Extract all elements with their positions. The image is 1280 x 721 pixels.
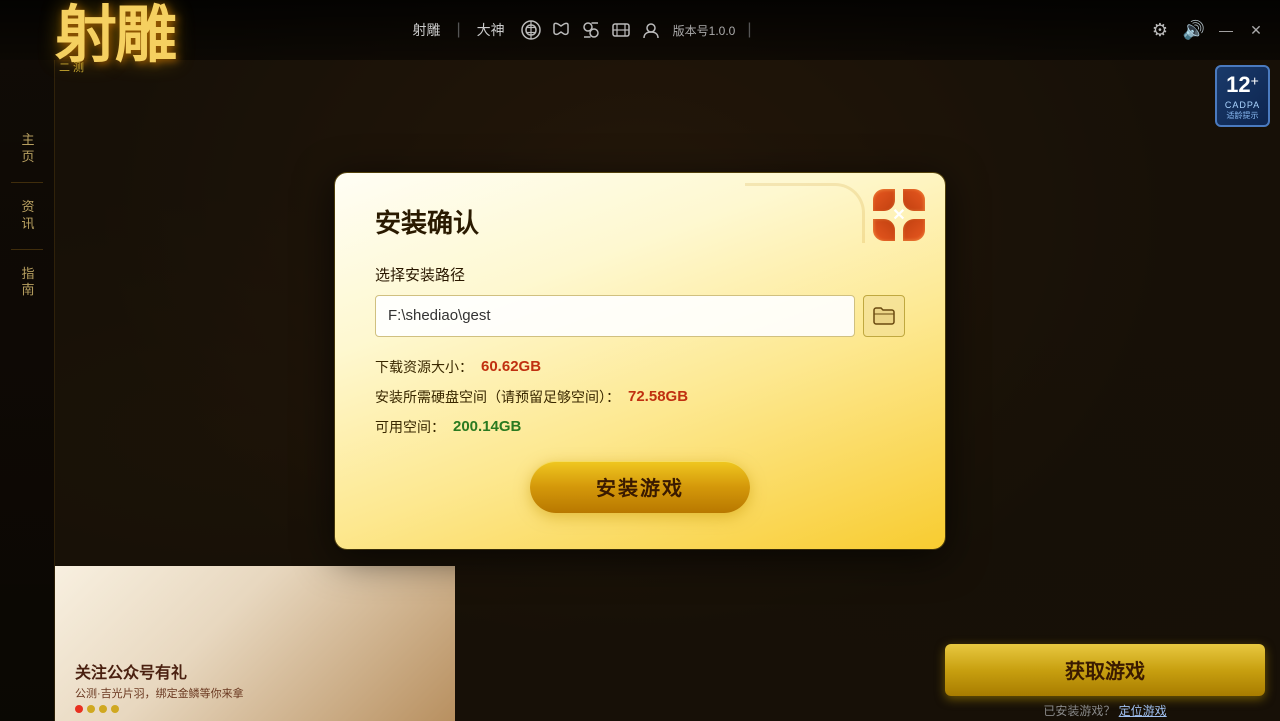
flower-close-icon: ✕ <box>873 189 925 241</box>
path-row <box>375 295 905 337</box>
close-x: ✕ <box>892 205 905 225</box>
dialog-close-button[interactable]: ✕ <box>873 189 925 241</box>
disk-space-value: 72.58GB <box>628 388 688 405</box>
dialog-overlay: 安装确认 ✕ 选择安装路径 下载资源大小： <box>0 0 1280 721</box>
browse-folder-button[interactable] <box>863 295 905 337</box>
petal-2 <box>903 189 925 211</box>
dialog-decoration <box>745 183 865 243</box>
download-size-label: 下载资源大小： <box>375 357 473 377</box>
path-label: 选择安装路径 <box>375 264 905 285</box>
install-game-button[interactable]: 安装游戏 <box>530 461 750 513</box>
petal-3 <box>903 219 925 241</box>
download-size-row: 下载资源大小： 60.62GB <box>375 357 905 377</box>
download-size-value: 60.62GB <box>481 358 541 375</box>
install-path-input[interactable] <box>375 295 855 337</box>
free-space-label: 可用空间： <box>375 417 445 437</box>
free-space-row: 可用空间： 200.14GB <box>375 417 905 437</box>
disk-space-label: 安装所需硬盘空间（请预留足够空间）： <box>375 387 620 407</box>
install-dialog: 安装确认 ✕ 选择安装路径 下载资源大小： <box>335 173 945 549</box>
disk-space-row: 安装所需硬盘空间（请预留足够空间）： 72.58GB <box>375 387 905 407</box>
free-space-value: 200.14GB <box>453 418 521 435</box>
